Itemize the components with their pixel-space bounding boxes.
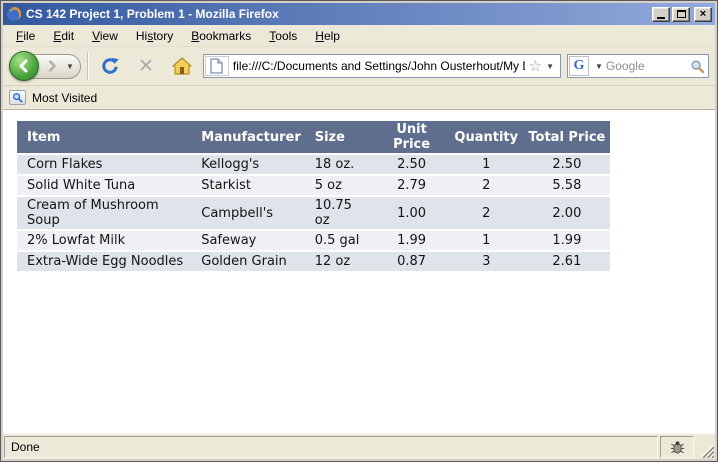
url-input[interactable]: file:///C:/Documents and Settings/John O… [233, 59, 525, 73]
menu-bar: FileEditViewHistoryBookmarksToolsHelp [3, 25, 715, 47]
table-cell: 2 [449, 197, 524, 229]
close-icon: × [700, 9, 706, 19]
forward-arrow-icon [46, 60, 58, 72]
table-cell: 5 oz [305, 176, 375, 195]
back-button[interactable] [9, 51, 39, 81]
table-cell: 1.00 [374, 197, 448, 229]
table-cell: Solid White Tuna [17, 176, 191, 195]
table-cell: 0.87 [374, 252, 448, 271]
menu-help[interactable]: Help [306, 27, 349, 45]
bookmark-item-most-visited[interactable]: Most Visited [9, 90, 97, 105]
window-title: CS 142 Project 1, Problem 1 - Mozilla Fi… [26, 7, 648, 21]
table-cell: Kellogg's [191, 155, 304, 174]
back-history-dropdown[interactable]: ▼ [66, 62, 74, 71]
maximize-icon [677, 10, 686, 18]
minimize-button[interactable] [652, 7, 670, 22]
table-cell: 2.00 [524, 197, 610, 229]
table-cell: 18 oz. [305, 155, 375, 174]
column-header-unit-price: Unit Price [374, 121, 448, 153]
table-cell: 3 [449, 252, 524, 271]
stop-x-icon: ✕ [138, 57, 154, 76]
table-body: Corn FlakesKellogg's18 oz.2.5012.50Solid… [17, 155, 610, 271]
column-header-total-price: Total Price [524, 121, 610, 153]
firebug-icon [670, 440, 685, 455]
search-engine-icon[interactable]: G [569, 56, 589, 76]
menu-history[interactable]: History [127, 27, 182, 45]
reload-icon [100, 56, 120, 76]
url-dropdown-arrow[interactable]: ▼ [546, 62, 554, 71]
table-cell: 2.79 [374, 176, 448, 195]
bookmarks-toolbar: Most Visited [3, 86, 715, 110]
firefox-icon [6, 6, 22, 22]
navigation-toolbar: ▼ ✕ file:///C:/Documents [3, 47, 715, 86]
table-cell: Safeway [191, 231, 304, 250]
status-text-panel: Done [4, 436, 658, 458]
table-cell: 10.75 oz [305, 197, 375, 229]
title-bar[interactable]: CS 142 Project 1, Problem 1 - Mozilla Fi… [3, 3, 715, 25]
addon-status-panel[interactable] [660, 436, 694, 458]
table-cell: 1 [449, 155, 524, 174]
address-bar[interactable]: file:///C:/Documents and Settings/John O… [203, 54, 561, 78]
forward-button[interactable] [41, 57, 63, 76]
table-cell: 2.61 [524, 252, 610, 271]
table-cell: 2.50 [374, 155, 448, 174]
search-engine-dropdown[interactable]: ▼ [595, 62, 603, 71]
table-cell: Starkist [191, 176, 304, 195]
resize-grip[interactable] [696, 436, 714, 458]
blank-page-icon [210, 58, 223, 74]
table-row: 2% Lowfat MilkSafeway0.5 gal1.9911.99 [17, 231, 610, 250]
table-cell: Golden Grain [191, 252, 304, 271]
menu-bookmarks[interactable]: Bookmarks [182, 27, 260, 45]
table-cell: 12 oz [305, 252, 375, 271]
table-cell: 2% Lowfat Milk [17, 231, 191, 250]
column-header-quantity: Quantity [449, 121, 524, 153]
page-favicon [205, 56, 229, 76]
table-cell: 2 [449, 176, 524, 195]
reload-button[interactable] [95, 51, 125, 81]
bookmark-label: Most Visited [32, 91, 97, 105]
menu-tools[interactable]: Tools [260, 27, 306, 45]
column-header-manufacturer: Manufacturer [191, 121, 304, 153]
table-row: Extra-Wide Egg NoodlesGolden Grain12 oz0… [17, 252, 610, 271]
search-input[interactable]: Google [606, 59, 687, 73]
menu-edit[interactable]: Edit [44, 27, 83, 45]
table-row: Cream of Mushroom SoupCampbell's10.75 oz… [17, 197, 610, 229]
back-forward-group: ▼ [9, 54, 81, 79]
table-cell: Cream of Mushroom Soup [17, 197, 191, 229]
menu-view[interactable]: View [83, 27, 127, 45]
search-magnifier-icon[interactable] [690, 59, 705, 74]
resize-grip-icon [699, 443, 714, 458]
home-icon [172, 57, 192, 75]
maximize-button[interactable] [672, 7, 690, 22]
close-button[interactable]: × [694, 7, 712, 22]
search-box[interactable]: G ▼ Google [567, 54, 709, 78]
table-cell: 2.50 [524, 155, 610, 174]
most-visited-icon [9, 90, 26, 105]
table-cell: 1.99 [524, 231, 610, 250]
home-button[interactable] [167, 51, 197, 81]
table-cell: 1.99 [374, 231, 448, 250]
column-header-item: Item [17, 121, 191, 153]
column-header-size: Size [305, 121, 375, 153]
menu-file[interactable]: File [7, 27, 44, 45]
table-row: Corn FlakesKellogg's18 oz.2.5012.50 [17, 155, 610, 174]
status-bar: Done [3, 433, 715, 459]
table-row: Solid White TunaStarkist5 oz2.7925.58 [17, 176, 610, 195]
table-cell: Campbell's [191, 197, 304, 229]
stop-button[interactable]: ✕ [131, 51, 161, 81]
table-header-row: ItemManufacturerSizeUnit PriceQuantityTo… [17, 121, 610, 153]
page-content: ItemManufacturerSizeUnit PriceQuantityTo… [3, 110, 715, 433]
table-cell: 0.5 gal [305, 231, 375, 250]
toolbar-separator [87, 52, 89, 80]
table-cell: Corn Flakes [17, 155, 191, 174]
table-cell: 5.58 [524, 176, 610, 195]
browser-window: CS 142 Project 1, Problem 1 - Mozilla Fi… [0, 0, 718, 462]
minimize-icon [657, 17, 665, 19]
bookmark-star-icon[interactable]: ☆ [529, 59, 542, 74]
table-cell: 1 [449, 231, 524, 250]
status-text: Done [11, 440, 40, 454]
table-cell: Extra-Wide Egg Noodles [17, 252, 191, 271]
grocery-table: ItemManufacturerSizeUnit PriceQuantityTo… [17, 119, 610, 273]
back-arrow-icon [17, 59, 31, 73]
